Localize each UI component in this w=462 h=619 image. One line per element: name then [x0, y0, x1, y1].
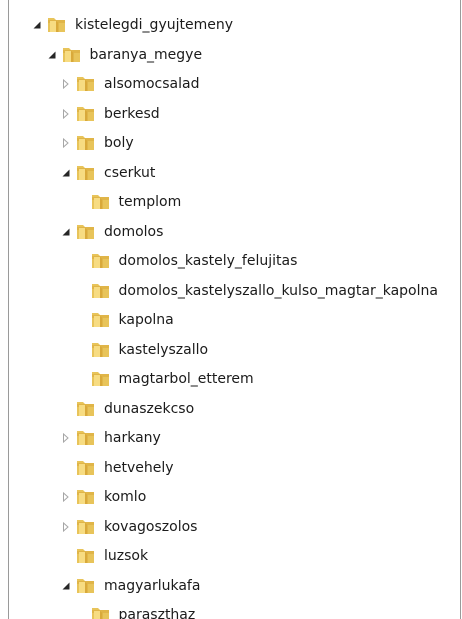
tree-item-label: luzsok: [104, 548, 149, 564]
tree-item[interactable]: kastelyszallo: [0, 336, 462, 366]
folder-icon: [76, 547, 96, 565]
collapsed-arrow-icon[interactable]: [61, 108, 71, 119]
tree-item-label: hetvehely: [104, 459, 174, 476]
tree-item-label: kapolna: [118, 312, 174, 328]
collapsed-arrow-icon[interactable]: [61, 492, 71, 502]
tree-item-label: magtarbol_etterem: [118, 371, 254, 387]
tree-item-label: berkesd: [104, 105, 160, 122]
folder-icon: [76, 429, 96, 447]
tree-item[interactable]: berkesd: [0, 100, 462, 130]
expanded-arrow-icon[interactable]: [47, 50, 57, 60]
tree-item-label: paraszthaz: [118, 607, 196, 619]
folder-icon: [91, 282, 111, 300]
tree-item[interactable]: kistelegdi_gyujtemeny: [0, 11, 462, 41]
folder-icon: [76, 223, 96, 241]
folder-icon: [76, 134, 96, 152]
folder-icon: [62, 46, 82, 64]
folder-icon: [76, 75, 96, 93]
folder-tree-pane: kistelegdi_gyujtemeny baranya_megyealsomo…: [0, 0, 462, 619]
tree-item-label: magyarlukafa: [104, 577, 201, 594]
tree-item-label: harkany: [104, 430, 161, 446]
folder-icon: [91, 370, 111, 388]
tree-item-label: kistelegdi_gyujtemeny: [75, 17, 234, 33]
tree-item[interactable]: domolos_kastelyszallo_kulso_magtar_kapol…: [0, 277, 462, 307]
folder-icon: [76, 459, 96, 477]
collapsed-arrow-icon[interactable]: [61, 433, 71, 443]
expanded-arrow-icon[interactable]: [61, 227, 71, 237]
tree-item[interactable]: templom: [0, 188, 462, 218]
folder-icon: [76, 400, 96, 418]
expanded-arrow-icon[interactable]: [61, 168, 71, 178]
tree-item[interactable]: kapolna: [0, 306, 462, 336]
folder-icon: [91, 341, 111, 359]
tree-item[interactable]: domolos: [0, 218, 462, 248]
folder-icon: [76, 488, 96, 506]
folder-icon: [76, 518, 96, 536]
tree-item[interactable]: domolos_kastely_felujitas: [0, 247, 462, 277]
folder-icon: [91, 193, 111, 211]
tree-item-label: domolos_kastelyszallo_kulso_magtar_kapol…: [118, 282, 438, 299]
expanded-arrow-icon[interactable]: [61, 581, 71, 591]
tree-item[interactable]: luzsok: [0, 542, 462, 572]
tree-item-label: cserkut: [104, 164, 156, 181]
tree-item-label: domolos_kastely_felujitas: [118, 253, 298, 269]
tree-item-label: dunaszekcso: [104, 400, 195, 417]
tree-item-label: alsomocsalad: [104, 76, 200, 92]
tree-item[interactable]: dunaszekcso: [0, 395, 462, 425]
tree-item[interactable]: magyarlukafa: [0, 572, 462, 602]
folder-icon: [76, 164, 96, 182]
tree-item[interactable]: baranya_megye: [0, 41, 462, 71]
expanded-arrow-icon[interactable]: [32, 20, 42, 30]
tree-item-label: kastelyszallo: [118, 341, 209, 358]
tree-item-label: domolos: [104, 223, 164, 240]
tree-item[interactable]: komlo: [0, 483, 462, 513]
tree-item-label: kovagoszolos: [104, 518, 198, 535]
folder-icon: [47, 16, 67, 34]
tree-item[interactable]: harkany: [0, 424, 462, 454]
folder-icon: [91, 606, 111, 619]
folder-icon: [76, 577, 96, 595]
collapsed-arrow-icon[interactable]: [61, 79, 71, 89]
collapsed-arrow-icon[interactable]: [61, 521, 71, 532]
tree-item-label: templom: [118, 194, 182, 210]
tree-item[interactable]: cserkut: [0, 159, 462, 189]
folder-icon: [91, 252, 111, 270]
tree-item[interactable]: magtarbol_etterem: [0, 365, 462, 395]
folder-icon: [76, 105, 96, 123]
tree-item[interactable]: kovagoszolos: [0, 513, 462, 543]
tree-item-label: komlo: [104, 489, 147, 505]
tree-item-label: boly: [104, 135, 134, 151]
tree-item[interactable]: paraszthaz: [0, 601, 462, 619]
folder-tree: kistelegdi_gyujtemeny baranya_megyealsomo…: [0, 11, 462, 619]
folder-icon: [91, 311, 111, 329]
collapsed-arrow-icon[interactable]: [61, 138, 71, 148]
tree-item[interactable]: hetvehely: [0, 454, 462, 484]
tree-item[interactable]: boly: [0, 129, 462, 159]
tree-item-label: baranya_megye: [89, 46, 203, 63]
tree-item[interactable]: alsomocsalad: [0, 70, 462, 100]
